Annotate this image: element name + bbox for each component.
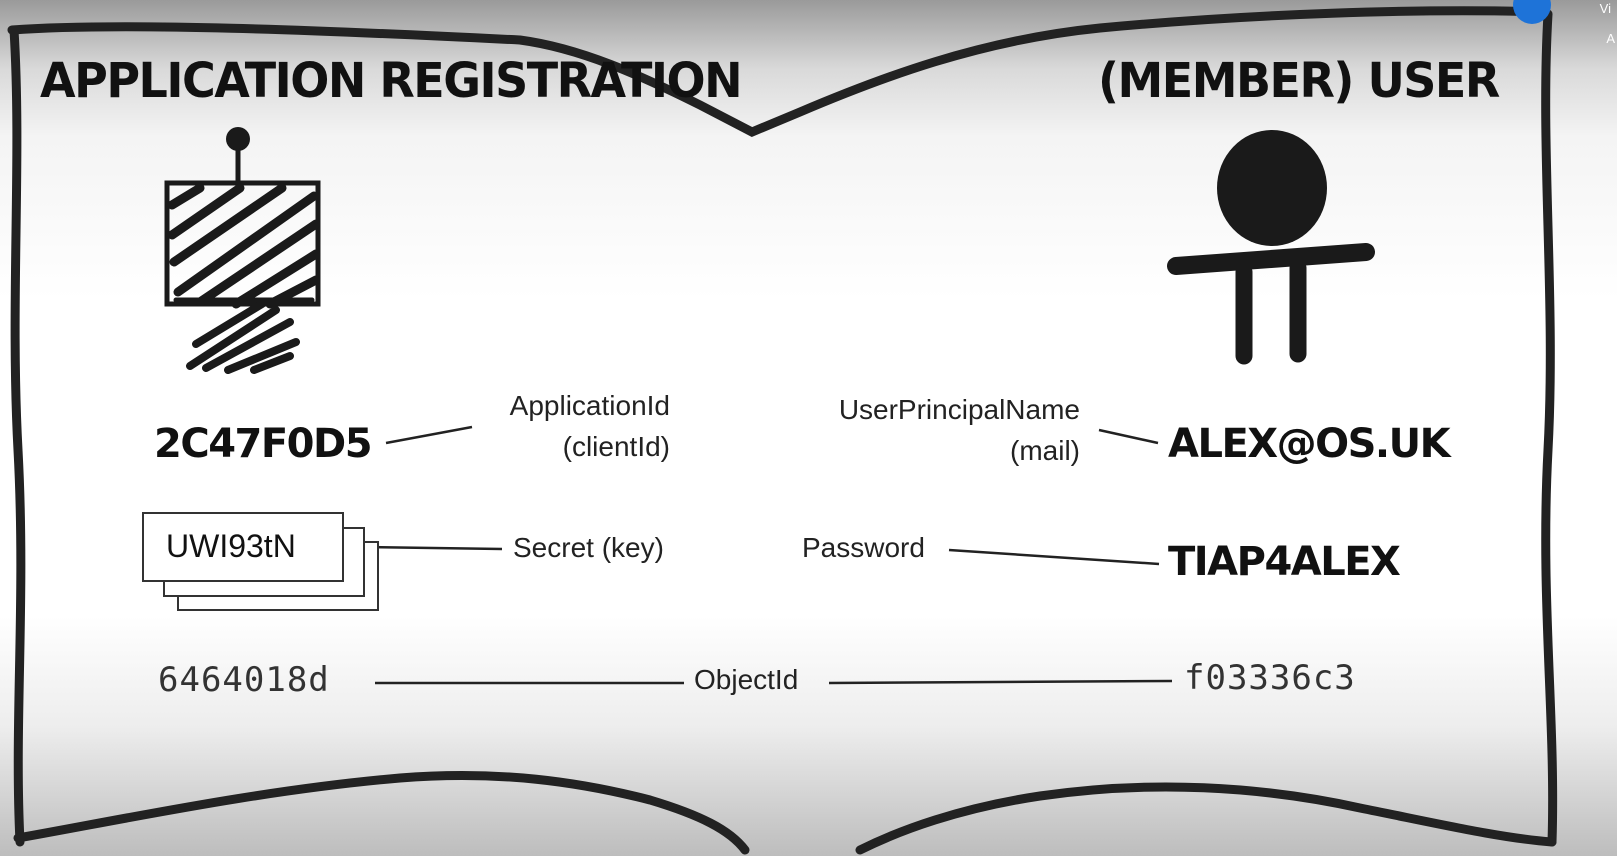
frame-bottom-left xyxy=(13,771,750,855)
overlay-text-bottom: A xyxy=(1606,31,1615,46)
frame-left-side xyxy=(9,25,26,847)
password-label: Password xyxy=(802,532,925,563)
frame-bottom-right xyxy=(855,782,1557,855)
secret-label: Secret (key) xyxy=(513,532,664,563)
app-object-id-value: 6464018d xyxy=(158,660,330,700)
member-user-title: (MEMBER) USER xyxy=(1098,51,1500,109)
secret-card-front: UWI93tN xyxy=(142,512,344,582)
connector-objectid-right xyxy=(828,679,1173,685)
client-id-value: 2C47F0D5 xyxy=(154,421,373,467)
password-value: TIAP4ALEX xyxy=(1168,539,1401,585)
client-id-label-line2: (clientId) xyxy=(562,431,670,462)
connector-upn xyxy=(1098,428,1159,445)
upn-label-line2: (mail) xyxy=(1010,435,1080,466)
diagram-canvas: APPLICATION REGISTRATION (MEMBER) USER 2… xyxy=(0,0,1617,856)
connector-password xyxy=(948,548,1160,566)
upn-label-line1: UserPrincipalName xyxy=(838,394,1080,425)
person-icon xyxy=(1167,130,1375,365)
upn-value: ALEX@OS.UK xyxy=(1168,421,1451,467)
robot-icon xyxy=(164,127,321,374)
frame-right-side xyxy=(1541,9,1558,847)
connector-clientid xyxy=(385,425,473,445)
secret-value: UWI93tN xyxy=(166,528,296,564)
client-id-label-line1: ApplicationId xyxy=(509,390,670,421)
object-id-label: ObjectId xyxy=(694,664,799,695)
user-object-id-value: f03336c3 xyxy=(1184,658,1356,698)
connector-secret xyxy=(359,545,503,551)
app-registration-title: APPLICATION REGISTRATION xyxy=(40,51,743,109)
overlay-text-top: Vi xyxy=(1599,1,1611,16)
